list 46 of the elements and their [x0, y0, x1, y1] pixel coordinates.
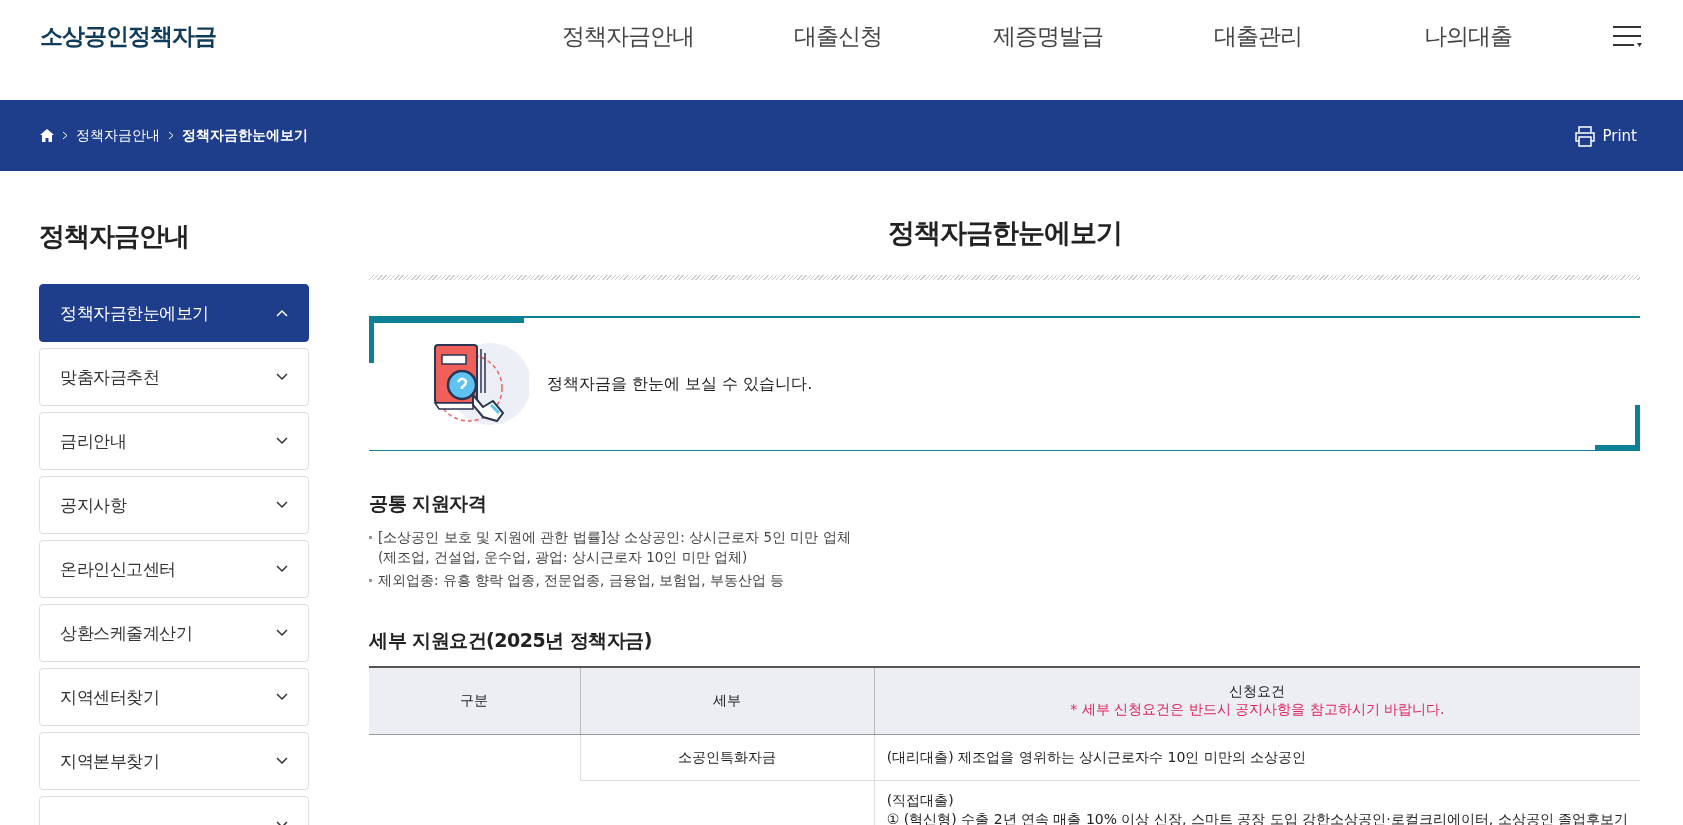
sidebar-item[interactable]: 온라인신고센터 [39, 540, 309, 598]
site-logo[interactable]: 소상공인정책자금 [40, 21, 216, 52]
nav-link[interactable]: 대출신청 [733, 21, 943, 52]
breadcrumb-link[interactable]: 정책자금안내 [76, 126, 160, 145]
sidebar-item[interactable]: 지역센터찾기 [39, 668, 309, 726]
caret-down-icon [276, 757, 288, 765]
bullet-icon [369, 579, 372, 582]
chevron-right-icon [62, 131, 68, 140]
caret-down-icon [276, 693, 288, 701]
nav-link[interactable]: 대출관리 [1153, 21, 1363, 52]
intro-text: 정책자금을 한눈에 보실 수 있습니다. [547, 373, 813, 395]
breadcrumb-link[interactable]: 정책자금한눈에보기 [182, 126, 308, 145]
home-icon[interactable] [40, 129, 54, 142]
caret-down-icon [276, 373, 288, 381]
print-button[interactable]: Print [1568, 123, 1643, 148]
caret-down-icon [276, 565, 288, 573]
requirement-text: (대리대출) 제조업을 영위하는 상시근로자수 10인 미만의 소상공인 [886, 748, 1308, 767]
eligibility-text: 제외업종: 유흥 향락 업종, 전문업종, 금융업, 보험업, 부동산업 등 [378, 571, 785, 590]
section-heading: 세부 지원요건(2025년 정책자금) [369, 628, 653, 653]
sidebar-title: 정책자금안내 [39, 220, 190, 253]
caret-down-icon [276, 629, 288, 637]
page-title: 정책자금한눈에보기 [886, 216, 1123, 250]
sidebar-item[interactable]: 지역본부찾기 [39, 732, 309, 790]
column-header: 신청요건 [1229, 683, 1286, 699]
notice-text: * 세부 신청요건은 반드시 공지사항을 참고하시기 바랍니다. [1069, 701, 1446, 719]
bullet-icon [369, 536, 372, 539]
table-cell: 소공인특화자금 [678, 748, 777, 765]
requirement-text: (직접대출) [886, 791, 955, 810]
column-header: 구분 [369, 667, 581, 735]
caret-down-icon [276, 437, 288, 445]
sidebar-item[interactable]: 금리안내 [39, 412, 309, 470]
nav-link[interactable]: 정책자금안내 [523, 21, 733, 52]
caret-up-icon [276, 309, 288, 317]
column-header: 세부 [580, 667, 875, 735]
nav-link[interactable]: 나의대출 [1363, 21, 1573, 52]
printer-icon [1574, 124, 1597, 147]
sidebar-item[interactable]: 상환스케줄계산기 [39, 604, 309, 662]
eligibility-text: [소상공인 보호 및 지원에 관한 법률]상 소상공인: 상시근로자 5인 미만 업체 (제조업, 건설업, 운수업, 광업: 상시근로자 10인 미만 업체) [378, 528, 851, 567]
caret-down-icon [276, 501, 288, 509]
sidebar-item[interactable]: 정책자금한눈에보기 [39, 284, 309, 342]
sidebar-item[interactable]: 맞춤자금추천 [39, 348, 309, 406]
sidebar-item[interactable]: 공지사항 [39, 476, 309, 534]
section-heading: 공통 지원자격 [369, 491, 488, 516]
chevron-right-icon [168, 131, 174, 140]
nav-link[interactable]: 제증명발급 [943, 21, 1153, 52]
menu-icon[interactable] [1613, 26, 1643, 48]
